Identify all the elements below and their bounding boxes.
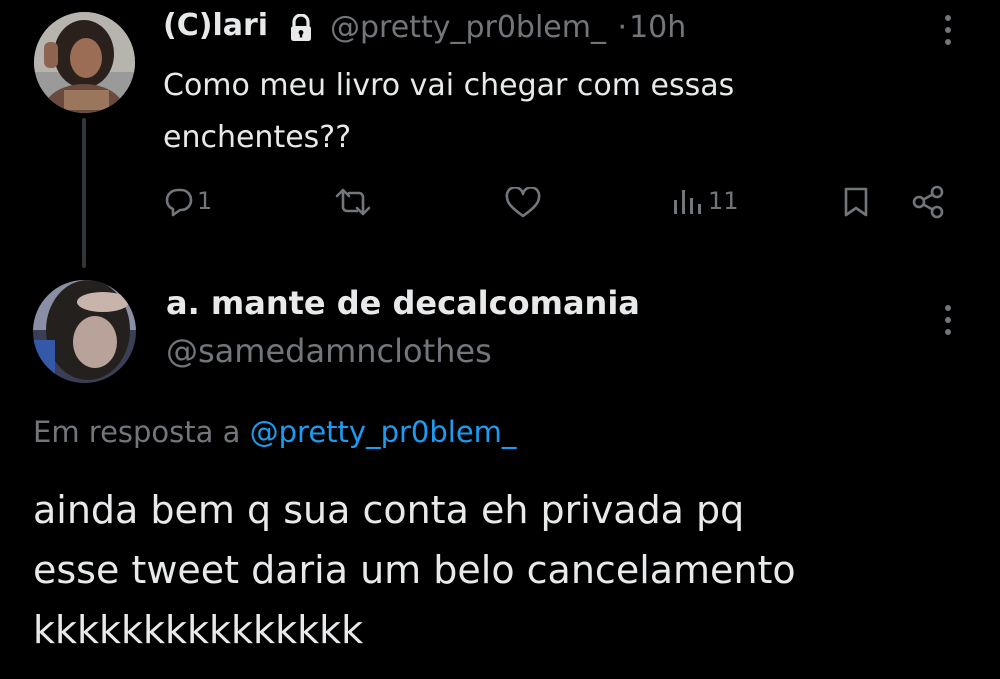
reply-count: 1 bbox=[197, 187, 213, 215]
tweet-avatar[interactable] bbox=[34, 12, 135, 113]
views-button[interactable]: 11 bbox=[672, 186, 739, 216]
more-vertical-icon[interactable] bbox=[938, 12, 958, 52]
thread-connector bbox=[82, 118, 86, 268]
replying-to: Em resposta a @pretty_pr0blem_ bbox=[33, 415, 516, 449]
heart-icon bbox=[505, 187, 541, 218]
retweet-button[interactable] bbox=[333, 187, 375, 217]
views-icon bbox=[674, 190, 701, 214]
replying-prefix: Em resposta a bbox=[33, 415, 241, 449]
replying-mention-link[interactable]: @pretty_pr0blem_ bbox=[250, 415, 517, 449]
reply-icon bbox=[165, 188, 193, 217]
reply-handle[interactable]: @samedamnclothes bbox=[166, 332, 492, 370]
tweet-handle-time[interactable]: @pretty_pr0blem_ ·10h bbox=[330, 10, 686, 45]
bookmark-icon bbox=[844, 187, 868, 217]
views-count: 11 bbox=[708, 187, 739, 215]
lock-icon bbox=[288, 13, 314, 46]
tweet-display-name[interactable]: (C)lari bbox=[163, 8, 268, 43]
reply-text: ainda bem q sua conta eh privada pq esse… bbox=[33, 488, 796, 652]
share-icon bbox=[912, 185, 944, 219]
tweet-text: Como meu livro vai chegar com essas ench… bbox=[163, 68, 735, 155]
retweet-icon bbox=[335, 188, 371, 216]
separator-dot: · bbox=[617, 10, 628, 45]
tweet-handle[interactable]: @pretty_pr0blem_ bbox=[330, 10, 606, 45]
reply-button[interactable]: 1 bbox=[163, 185, 212, 217]
more-vertical-icon[interactable] bbox=[938, 302, 958, 342]
tweet-time[interactable]: 10h bbox=[629, 10, 686, 45]
reply-display-name[interactable]: a. mante de decalcomania bbox=[166, 284, 640, 322]
bookmark-button[interactable] bbox=[842, 186, 870, 218]
share-button[interactable] bbox=[910, 184, 946, 220]
reply-avatar[interactable] bbox=[33, 280, 136, 383]
like-button[interactable] bbox=[504, 187, 544, 219]
